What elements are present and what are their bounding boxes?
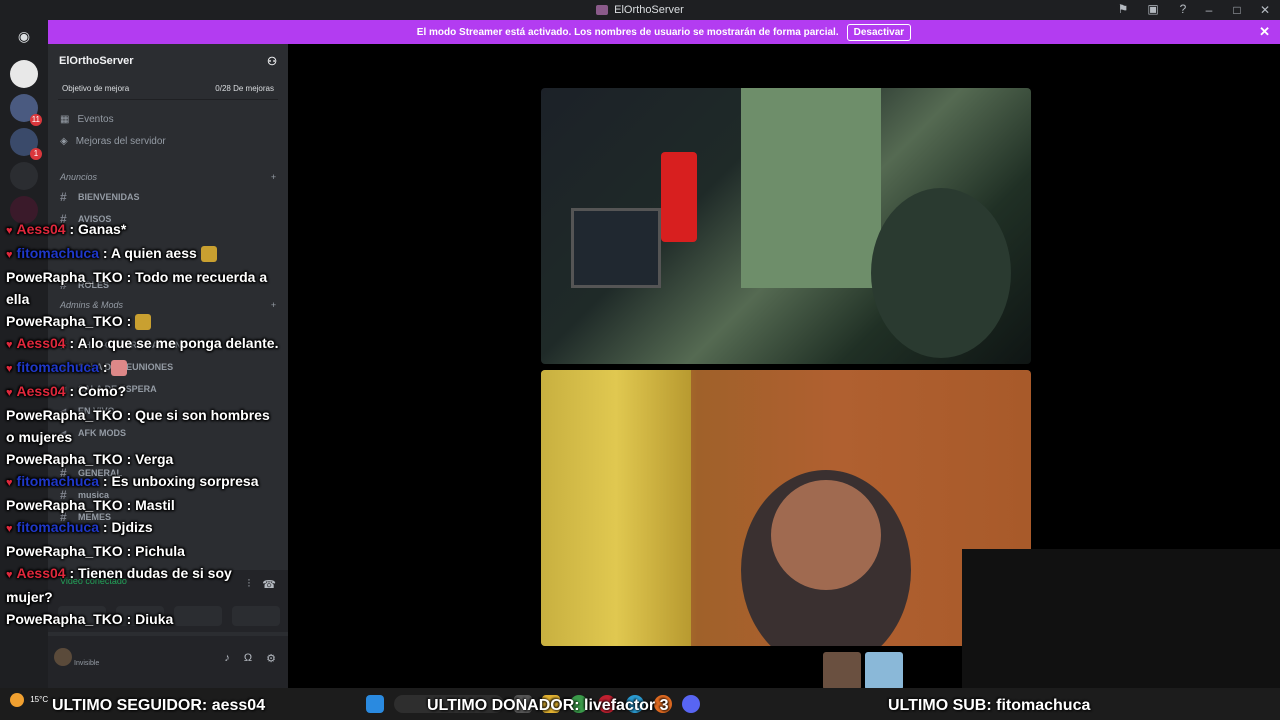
chat-message: PoweRapha_TKO : Diuka bbox=[6, 611, 174, 627]
chat-message: ♥ Aess04 : Ganas* bbox=[6, 221, 127, 237]
shield-icon: ◈ bbox=[60, 135, 68, 147]
video-tile-bottom[interactable] bbox=[541, 370, 1031, 646]
chat-overlay: ♥ Aess04 : Ganas* ♥ fitomachuca : A quien … bbox=[0, 218, 290, 630]
chat-message: ♥ Aess04 : Tienen dudas de si soy mujer? bbox=[6, 565, 232, 605]
chat-message: ♥ fitomachuca : Djdizs bbox=[6, 519, 153, 535]
chat-message: ♥ Aess04 : A lo que se me ponga delante. bbox=[6, 335, 279, 351]
windows-start-icon[interactable] bbox=[366, 695, 384, 713]
deactivate-button[interactable]: Desactivar bbox=[846, 23, 912, 41]
emote-icon bbox=[200, 246, 217, 263]
monitor-prop bbox=[571, 208, 661, 288]
microphone-icon[interactable]: ♪ bbox=[224, 652, 230, 665]
boost-goal-label: Objetivo de mejora bbox=[62, 84, 130, 93]
microphone-prop bbox=[661, 152, 697, 242]
heart-icon: ♥ bbox=[6, 249, 13, 261]
category-announcements[interactable]: Anuncios + bbox=[48, 168, 288, 186]
add-channel-icon[interactable]: + bbox=[271, 172, 276, 182]
calendar-icon: ▦ bbox=[60, 113, 70, 125]
heart-icon: ♥ bbox=[6, 225, 13, 237]
chat-message: PoweRapha_TKO : Mastil bbox=[6, 497, 175, 513]
channel-bienvenidas[interactable]: # BIENVENIDAS bbox=[48, 186, 288, 208]
weather-widget[interactable]: 15°C bbox=[10, 693, 48, 707]
sun-icon bbox=[10, 693, 24, 707]
window-prop bbox=[741, 88, 881, 288]
close-window-button[interactable]: ✕ bbox=[1258, 3, 1272, 17]
mention-badge: 11 bbox=[29, 114, 42, 126]
curtain-prop bbox=[541, 370, 691, 646]
window-title-text: ElOrthoServer bbox=[614, 4, 684, 16]
window-title: ElOrthoServer bbox=[596, 4, 684, 16]
last-sub-ticker: ULTIMO SUB: fitomachuca bbox=[888, 697, 1091, 714]
participant-thumb-1[interactable] bbox=[823, 652, 861, 690]
emote-icon bbox=[135, 314, 152, 331]
boost-count: 0/28 De mejoras bbox=[215, 84, 274, 93]
video-tile-top[interactable] bbox=[541, 88, 1031, 364]
emote-icon bbox=[111, 360, 128, 377]
server-name: ElOrthoServer bbox=[59, 55, 134, 67]
chat-message: ♥ fitomachuca : A quien aess bbox=[0, 242, 280, 266]
server-icon-2[interactable]: 11 bbox=[10, 94, 42, 126]
chat-message: PoweRapha_TKO : Todo me recuerda a ella bbox=[6, 269, 268, 307]
last-follower-ticker: ULTIMO SEGUIDOR: aess04 bbox=[52, 697, 266, 714]
discord-home-icon[interactable]: ◉ bbox=[12, 28, 36, 44]
close-icon[interactable]: ✕ bbox=[1259, 24, 1270, 40]
server-icon bbox=[596, 5, 609, 15]
inbox-icon[interactable]: ▣ bbox=[1146, 2, 1160, 16]
maximize-button[interactable]: □ bbox=[1230, 3, 1244, 17]
heart-icon: ♥ bbox=[6, 569, 13, 581]
streamer-mode-banner: El modo Streamer está activado. Los nomb… bbox=[48, 20, 1280, 44]
user-panel: Invisible ♪ Ω ⚙ bbox=[48, 636, 288, 688]
server-icon-ortho[interactable] bbox=[10, 60, 38, 88]
chat-message: ♥ Aess04 : Como? bbox=[6, 383, 127, 399]
heart-icon: ♥ bbox=[6, 477, 13, 489]
video-stage bbox=[288, 44, 1280, 690]
heart-icon: ♥ bbox=[6, 363, 13, 375]
participant-thumb-2[interactable] bbox=[865, 652, 903, 690]
banner-text: El modo Streamer está activado. Los nomb… bbox=[416, 26, 839, 38]
user-status: Invisible bbox=[74, 660, 100, 667]
server-header[interactable]: ElOrthoServer ⚇ bbox=[48, 44, 288, 78]
heart-icon: ♥ bbox=[6, 339, 13, 351]
chat-message: ♥ fitomachuca : bbox=[0, 356, 280, 380]
person-figure bbox=[871, 188, 1011, 358]
settings-gear-icon[interactable]: ⚙ bbox=[266, 652, 276, 665]
boost-goal[interactable]: Objetivo de mejora 0/28 De mejoras bbox=[58, 78, 278, 100]
face-figure bbox=[771, 480, 881, 590]
chat-message: ♥ fitomachuca : Es unboxing sorpresa bbox=[6, 473, 259, 489]
headphones-icon[interactable]: Ω bbox=[244, 652, 252, 665]
invite-icon[interactable]: ⚇ bbox=[267, 55, 277, 68]
events-link[interactable]: ▦ Eventos bbox=[48, 108, 288, 130]
chat-message: PoweRapha_TKO : Que si son hombres o muj… bbox=[6, 407, 270, 445]
heart-icon: ♥ bbox=[6, 523, 13, 535]
server-boost-link[interactable]: ◈ Mejoras del servidor bbox=[48, 130, 288, 152]
flag-icon[interactable]: ⚑ bbox=[1116, 2, 1130, 16]
title-bar: ElOrthoServer ⚑ ▣ ? – □ ✕ bbox=[0, 0, 1280, 20]
help-icon[interactable]: ? bbox=[1176, 2, 1190, 16]
mention-badge: 1 bbox=[30, 148, 42, 160]
chat-message: PoweRapha_TKO : Verga bbox=[6, 451, 174, 467]
discord-taskbar-icon[interactable] bbox=[682, 695, 700, 713]
webcam-overlay bbox=[962, 549, 1280, 688]
chat-message: PoweRapha_TKO : bbox=[0, 310, 280, 332]
minimize-button[interactable]: – bbox=[1202, 3, 1216, 17]
server-icon-3[interactable]: 1 bbox=[10, 128, 42, 160]
last-donor-ticker: ULTIMO DONADOR: livefactor 3 bbox=[427, 697, 669, 714]
heart-icon: ♥ bbox=[6, 387, 13, 399]
folder-icon[interactable] bbox=[10, 162, 38, 190]
chat-message: PoweRapha_TKO : Pichula bbox=[6, 543, 185, 559]
avatar[interactable] bbox=[54, 648, 72, 666]
